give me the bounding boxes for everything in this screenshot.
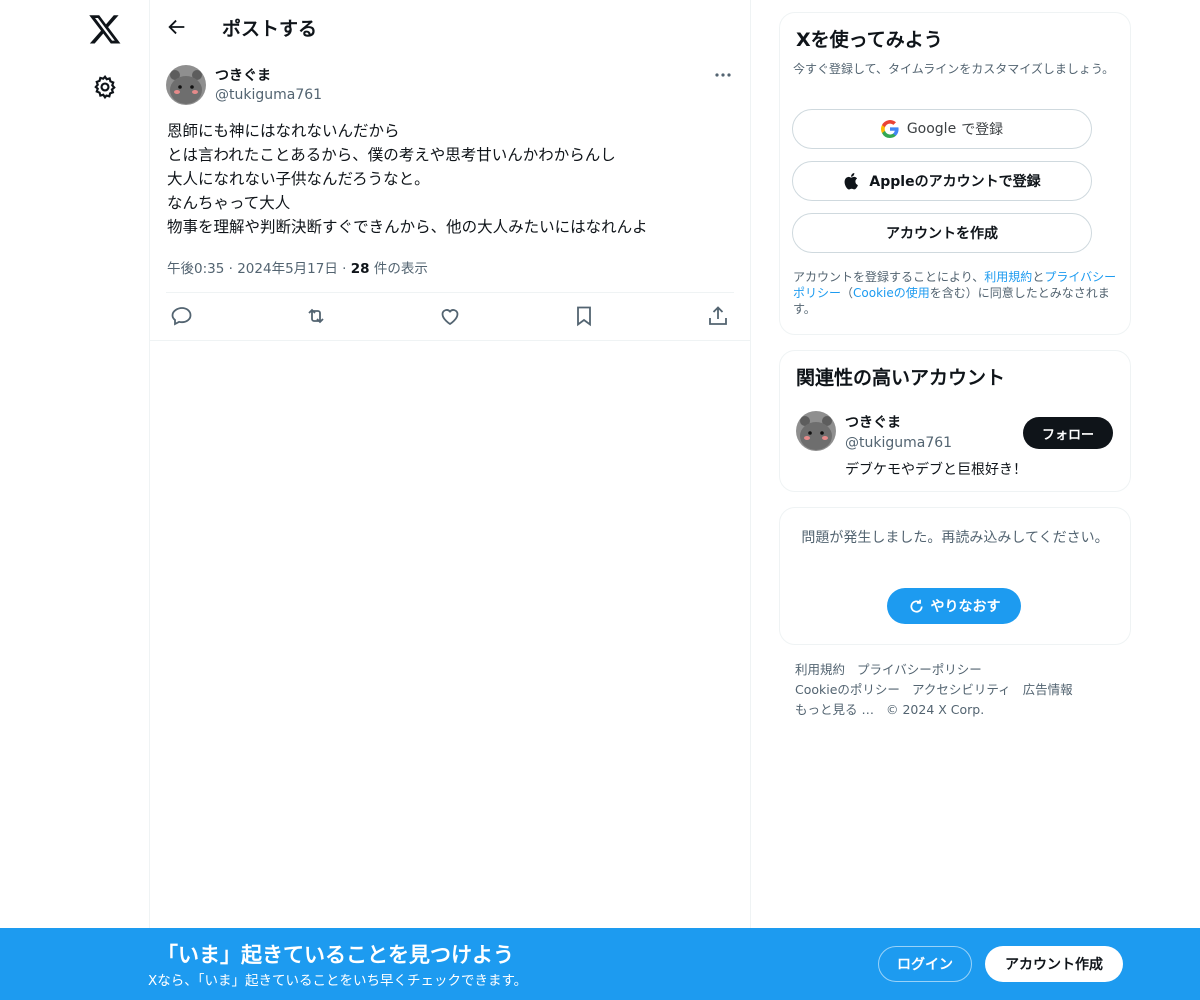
login-button[interactable]: ログイン: [878, 946, 972, 982]
author-handle[interactable]: @tukiguma761: [215, 87, 322, 103]
post-date[interactable]: 2024年5月17日: [237, 261, 338, 277]
more-icon[interactable]: [712, 66, 734, 84]
footer-links: 利用規約 プライバシーポリシー Cookieのポリシー アクセシビリティ 広告情報 も…: [795, 660, 1115, 720]
post-text: 恩師にも神にはなれないんだから とは言われたことあるから、僕の考えや思考甘いんか…: [167, 119, 737, 239]
apple-icon: [843, 172, 861, 190]
avatar[interactable]: [796, 411, 836, 451]
page-title: ポストする: [222, 18, 318, 40]
arrow-left-icon[interactable]: [166, 16, 188, 38]
bookmark-icon[interactable]: [572, 304, 596, 328]
footer-link[interactable]: プライバシーポリシー: [857, 662, 982, 677]
related-accounts-card: 関連性の高いアカウント つきぐま @tukiguma761 デブケモやデブと巨根…: [779, 350, 1131, 492]
related-handle[interactable]: @tukiguma761: [845, 435, 952, 451]
follow-button[interactable]: フォロー: [1023, 417, 1113, 449]
bar-title: 「いま」起きていることを見つけよう: [157, 943, 514, 967]
footer-link[interactable]: 利用規約: [795, 662, 845, 677]
google-signup-button[interactable]: Google で登録: [792, 109, 1092, 149]
repost-icon[interactable]: [304, 304, 328, 328]
author-name[interactable]: つきぐま: [215, 65, 271, 85]
legal-text: アカウントを登録することにより、利用規約とプライバシーポリシー（Cookieの使…: [793, 269, 1119, 317]
post-line: 恩師にも神にはなれないんだから: [167, 122, 400, 140]
bar-subtitle: Xなら、「いま」起きていることをいち早くチェックできます。: [148, 973, 528, 989]
related-bio: デブケモやデブと巨根好き！: [845, 462, 1027, 478]
post-line: なんちゃって大人: [167, 194, 291, 212]
legal-paren: （: [841, 286, 854, 300]
footer-more[interactable]: もっと見る …: [795, 702, 874, 717]
bottom-signup-bar: 「いま」起きていることを見つけよう Xなら、「いま」起きていることをいち早くチェ…: [0, 928, 1200, 1000]
error-message: 問題が発生しました。再読み込みしてください。: [801, 530, 1109, 546]
google-brand: Google: [906, 121, 957, 137]
reply-icon[interactable]: [170, 304, 194, 328]
apple-signup-label: Appleのアカウントで登録: [869, 174, 1041, 190]
related-title: 関連性の高いアカウント: [796, 367, 1006, 389]
signup-subtitle: 今すぐ登録して、タイムラインをカスタマイズしましょう。: [793, 62, 1115, 76]
copyright: © 2024 X Corp.: [885, 702, 985, 717]
related-name[interactable]: つきぐま: [845, 412, 901, 432]
avatar[interactable]: [166, 65, 206, 105]
post-meta: 午後0:35 · 2024年5月17日 · 28 件の表示: [167, 261, 428, 277]
apple-signup-button[interactable]: Appleのアカウントで登録: [792, 161, 1092, 201]
signup-button[interactable]: アカウント作成: [985, 946, 1123, 982]
footer-link[interactable]: Cookieのポリシー: [795, 682, 900, 697]
divider: [150, 340, 750, 341]
x-logo-icon[interactable]: [88, 12, 122, 46]
gear-icon[interactable]: [92, 74, 118, 100]
post-line: 物事を理解や判断決断すぐできんから、他の大人みたいにはなれんよ: [167, 218, 648, 236]
google-icon: [880, 120, 899, 138]
cookie-link[interactable]: Cookieの使用: [853, 286, 930, 300]
post-line: 大人になれない子供なんだろうなと。: [167, 170, 430, 188]
divider: [166, 292, 734, 293]
post-time[interactable]: 午後0:35: [167, 261, 224, 277]
signup-title: Xを使ってみよう: [796, 29, 943, 51]
footer-link[interactable]: 広告情報: [1023, 682, 1073, 697]
terms-link[interactable]: 利用規約: [984, 270, 1032, 284]
retry-button[interactable]: やりなおす: [887, 588, 1021, 624]
legal-text-1: アカウントを登録することにより、: [793, 270, 985, 284]
footer-link[interactable]: アクセシビリティ: [912, 682, 1011, 697]
view-label: 件の表示: [373, 261, 428, 277]
legal-and: と: [1032, 270, 1045, 284]
create-account-button[interactable]: アカウントを作成: [792, 213, 1092, 253]
error-card: 問題が発生しました。再読み込みしてください。 やりなおす: [779, 507, 1131, 645]
create-account-label: アカウントを作成: [886, 226, 998, 242]
google-signup-label: で登録: [961, 122, 1004, 138]
signup-card: Xを使ってみよう 今すぐ登録して、タイムラインをカスタマイズしましょう。 Goo…: [779, 12, 1131, 335]
view-count: 28: [350, 261, 370, 277]
main-column: ポストする つきぐま @tukiguma761 恩師にも神にはなれないんだから …: [149, 0, 751, 930]
retry-label: やりなおす: [930, 599, 1001, 615]
like-icon[interactable]: [438, 304, 462, 328]
post-line: とは言われたことあるから、僕の考えや思考甘いんかわからんし: [167, 146, 616, 164]
refresh-icon: [909, 599, 923, 613]
share-icon[interactable]: [706, 304, 730, 328]
